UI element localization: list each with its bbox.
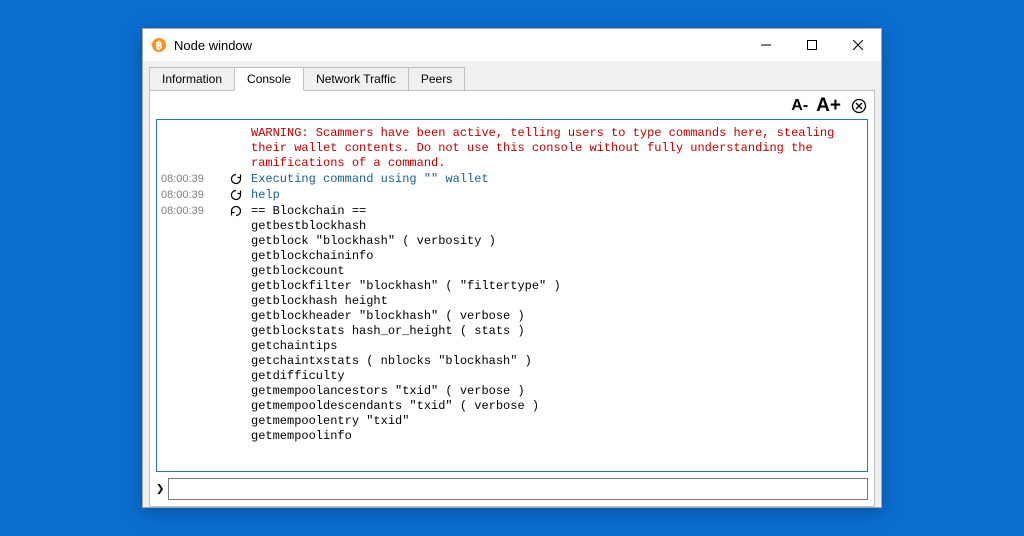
console-warning-text: WARNING: Scammers have been active, tell…: [251, 126, 863, 171]
console-input[interactable]: [168, 478, 868, 500]
reload-icon: [221, 172, 251, 187]
window-body: Information Console Network Traffic Peer…: [143, 61, 881, 507]
tab-console[interactable]: Console: [234, 67, 304, 91]
tabstrip: Information Console Network Traffic Peer…: [149, 67, 875, 90]
node-window: ฿ Node window Information Console Networ…: [142, 28, 882, 508]
console-warning-row: WARNING: Scammers have been active, tell…: [161, 126, 863, 171]
close-button[interactable]: [835, 30, 881, 60]
prompt-icon: ❯: [156, 481, 164, 497]
minimize-button[interactable]: [743, 30, 789, 60]
tab-network-traffic[interactable]: Network Traffic: [303, 67, 409, 90]
console-row: 08:00:39 help: [161, 188, 863, 203]
console-output[interactable]: WARNING: Scammers have been active, tell…: [156, 119, 868, 472]
timestamp: 08:00:39: [161, 188, 221, 203]
console-row: 08:00:39 Executing command using "" wall…: [161, 172, 863, 187]
tab-peers[interactable]: Peers: [408, 67, 465, 90]
response-icon: [221, 204, 251, 219]
titlebar: ฿ Node window: [143, 29, 881, 61]
console-text: Executing command using "" wallet: [251, 172, 863, 187]
console-input-bar: ❯: [156, 478, 868, 500]
command-in-icon: [221, 188, 251, 203]
timestamp: 08:00:39: [161, 172, 221, 187]
font-increase-button[interactable]: A+: [813, 95, 844, 117]
clear-console-button[interactable]: [850, 97, 868, 115]
tab-information[interactable]: Information: [149, 67, 235, 90]
app-icon-bitcoin: ฿: [151, 37, 167, 53]
console-text: help: [251, 188, 863, 203]
console-panel: A- A+ WARNING: Scammers have been active…: [149, 90, 875, 507]
console-text: == Blockchain == getbestblockhash getblo…: [251, 204, 863, 444]
font-decrease-button[interactable]: A-: [788, 97, 811, 115]
svg-text:฿: ฿: [156, 40, 163, 52]
console-row: 08:00:39 == Blockchain == getbestblockha…: [161, 204, 863, 444]
maximize-button[interactable]: [789, 30, 835, 60]
font-controls: A- A+: [150, 91, 874, 119]
window-title: Node window: [174, 38, 252, 53]
timestamp: 08:00:39: [161, 204, 221, 219]
